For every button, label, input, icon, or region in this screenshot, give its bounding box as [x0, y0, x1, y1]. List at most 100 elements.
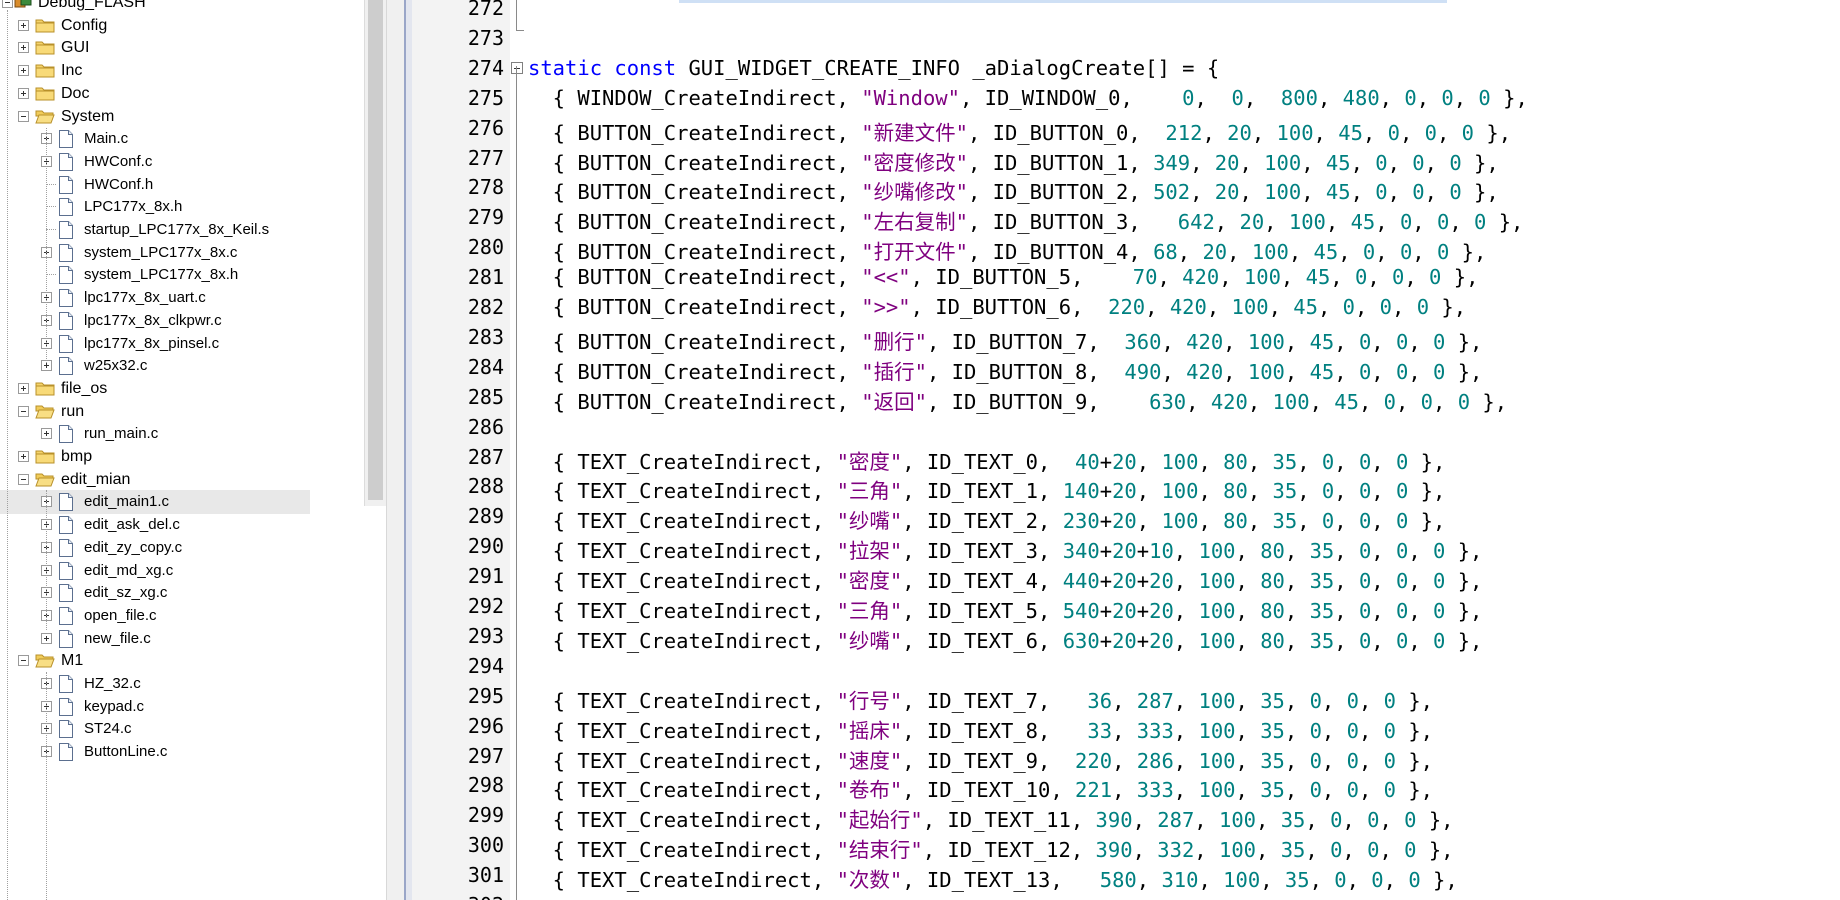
tree-item[interactable]: Config	[0, 14, 310, 38]
code-text: { TEXT_CreateIndirect, "速度", ID_TEXT_9, …	[528, 748, 1434, 773]
expand-icon[interactable]	[18, 382, 29, 394]
code-text: { BUTTON_CreateIndirect, "返回", ID_BUTTON…	[528, 389, 1508, 414]
tree-item[interactable]: run_main.c	[0, 422, 310, 446]
line-number: 282	[467, 295, 504, 319]
pane-splitter[interactable]	[386, 0, 405, 900]
tree-item-label: keypad.c	[84, 697, 145, 715]
tree-item[interactable]: Doc	[0, 82, 310, 106]
tree-item-label: System	[61, 107, 115, 125]
code-text: { TEXT_CreateIndirect, "拉架", ID_TEXT_3, …	[528, 539, 1483, 564]
code-line[interactable]: 277 { BUTTON_CreateIndirect, "密度修改", ID_…	[412, 144, 1840, 175]
code-editor[interactable]: 272 273 274 static const GUI_WIDGET_CREATE_…	[412, 0, 1840, 900]
code-text: { BUTTON_CreateIndirect, "纱嘴修改", ID_BUTT…	[528, 180, 1499, 205]
code-line[interactable]: 279 { BUTTON_CreateIndirect, "左右复制", ID_…	[412, 203, 1840, 234]
collapse-icon[interactable]	[2, 0, 13, 8]
code-line[interactable]: 282 { BUTTON_CreateIndirect, ">>", ID_BU…	[412, 293, 1840, 323]
code-line[interactable]: 287 { TEXT_CreateIndirect, "密度", ID_TEXT…	[412, 443, 1840, 474]
tree-item-label: ButtonLine.c	[84, 743, 168, 761]
line-number: 301	[467, 863, 504, 888]
code-line[interactable]: 274 static const GUI_WIDGET_CREATE_INFO _…	[412, 54, 1840, 84]
tree-item[interactable]: file_os	[0, 377, 310, 401]
tree-item-label: new_file.c	[84, 629, 151, 647]
folder-open-icon	[35, 652, 55, 673]
tree-scrollbar[interactable]	[364, 0, 387, 506]
code-line[interactable]: 283 { BUTTON_CreateIndirect, "删行", ID_BU…	[412, 323, 1840, 354]
code-line[interactable]: 284 { BUTTON_CreateIndirect, "插行", ID_BU…	[412, 353, 1840, 384]
line-number: 294	[467, 653, 504, 678]
code-text: { TEXT_CreateIndirect, "密度", ID_TEXT_4, …	[528, 569, 1483, 594]
code-line[interactable]: 273	[412, 24, 1840, 54]
tree-item-label: HZ_32.c	[84, 675, 141, 692]
code-line[interactable]: 291 { TEXT_CreateIndirect, "密度", ID_TEXT…	[412, 562, 1840, 594]
code-line[interactable]: 294	[412, 652, 1840, 682]
tree-item-label: startup_LPC177x_8x_Keil.s	[84, 221, 270, 238]
tree-item[interactable]: bmp	[0, 445, 310, 469]
collapse-icon[interactable]	[18, 110, 29, 122]
tree-item[interactable]: run	[0, 400, 310, 424]
tree-item[interactable]: new_file.c	[0, 627, 310, 651]
code-line[interactable]: 281 { BUTTON_CreateIndirect, "<<", ID_BU…	[412, 263, 1840, 293]
code-line[interactable]: 280 { BUTTON_CreateIndirect, "打开文件", ID_…	[412, 233, 1840, 264]
expand-icon[interactable]	[18, 451, 29, 462]
tree-item-label: HWConf.c	[84, 152, 153, 170]
line-number: 279	[467, 205, 504, 230]
line-number: 295	[467, 683, 504, 708]
tree-item-label: Doc	[61, 84, 90, 102]
line-number: 281	[467, 265, 504, 290]
fold-collapse-icon[interactable]	[511, 61, 523, 74]
expand-icon[interactable]	[41, 428, 52, 440]
folder-icon	[35, 380, 55, 401]
tree-item[interactable]: System	[0, 105, 310, 129]
code-line[interactable]: 301 { TEXT_CreateIndirect, "次数", ID_TEXT…	[412, 861, 1840, 892]
tree-item-label: GUI	[61, 39, 90, 57]
tree-item-label: run_main.c	[84, 425, 159, 443]
code-line[interactable]: 286	[412, 413, 1840, 443]
line-number: 298	[467, 773, 504, 798]
code-line[interactable]: 297 { TEXT_CreateIndirect, "速度", ID_TEXT…	[412, 742, 1840, 773]
code-text: { BUTTON_CreateIndirect, "密度修改", ID_BUTT…	[528, 150, 1499, 175]
line-number: 275	[467, 85, 504, 110]
tree-item-label: bmp	[61, 448, 93, 465]
code-line[interactable]: 292 { TEXT_CreateIndirect, "三角", ID_TEXT…	[412, 592, 1840, 623]
expand-icon[interactable]	[18, 65, 29, 77]
collapse-icon[interactable]	[18, 405, 29, 417]
collapse-icon[interactable]	[18, 473, 29, 485]
code-line[interactable]: 296 { TEXT_CreateIndirect, "摇床", ID_TEXT…	[412, 712, 1840, 743]
code-line[interactable]: 278 { BUTTON_CreateIndirect, "纱嘴修改", ID_…	[412, 173, 1840, 205]
tree-item[interactable]: GUI	[0, 36, 310, 60]
folder-icon	[35, 17, 55, 38]
code-line[interactable]: 289 { TEXT_CreateIndirect, "纱嘴", ID_TEXT…	[412, 502, 1840, 533]
code-line[interactable]: 285 { BUTTON_CreateIndirect, "返回", ID_BU…	[412, 383, 1840, 414]
tree-scrollbar-thumb[interactable]	[368, 0, 383, 500]
tree-item[interactable]: M1	[0, 649, 310, 673]
tree-item-label: edit_zy_copy.c	[84, 538, 183, 556]
folder-icon	[35, 39, 55, 60]
code-line[interactable]: 272	[412, 0, 1840, 24]
code-line[interactable]: 302	[412, 891, 1840, 900]
line-number: 273	[467, 25, 504, 50]
code-line[interactable]: 300 { TEXT_CreateIndirect, "结束行", ID_TEX…	[412, 831, 1840, 862]
collapse-icon[interactable]	[18, 655, 29, 667]
code-line[interactable]: 295 { TEXT_CreateIndirect, "行号", ID_TEXT…	[412, 682, 1840, 713]
code-text: { TEXT_CreateIndirect, "密度", ID_TEXT_0, …	[528, 449, 1446, 474]
expand-icon[interactable]	[18, 87, 29, 99]
tree-item-label: Inc	[61, 62, 83, 80]
tree-guide-line	[7, 10, 8, 900]
folder-icon	[35, 448, 55, 469]
line-number: 276	[467, 115, 504, 140]
code-line[interactable]: 290 { TEXT_CreateIndirect, "拉架", ID_TEXT…	[412, 532, 1840, 564]
code-line[interactable]: 293 { TEXT_CreateIndirect, "纱嘴", ID_TEXT…	[412, 622, 1840, 653]
code-line[interactable]: 288 { TEXT_CreateIndirect, "三角", ID_TEXT…	[412, 472, 1840, 503]
code-line[interactable]: 276 { BUTTON_CreateIndirect, "新建文件", ID_…	[412, 114, 1840, 145]
line-number: 287	[467, 444, 504, 469]
tree-guide-line	[46, 490, 47, 630]
expand-icon[interactable]	[18, 42, 29, 54]
code-line[interactable]: 298 { TEXT_CreateIndirect, "卷布", ID_TEXT…	[412, 771, 1840, 802]
expand-icon[interactable]	[41, 632, 52, 644]
code-line[interactable]: 299 { TEXT_CreateIndirect, "起始行", ID_TEX…	[412, 801, 1840, 832]
tree-item[interactable]: Inc	[0, 59, 310, 83]
tree-item[interactable]: edit_mian	[0, 468, 310, 492]
expand-icon[interactable]	[18, 19, 29, 31]
code-line[interactable]: 275 { WINDOW_CreateIndirect, "Window", I…	[412, 84, 1840, 114]
line-number: 285	[467, 384, 504, 409]
